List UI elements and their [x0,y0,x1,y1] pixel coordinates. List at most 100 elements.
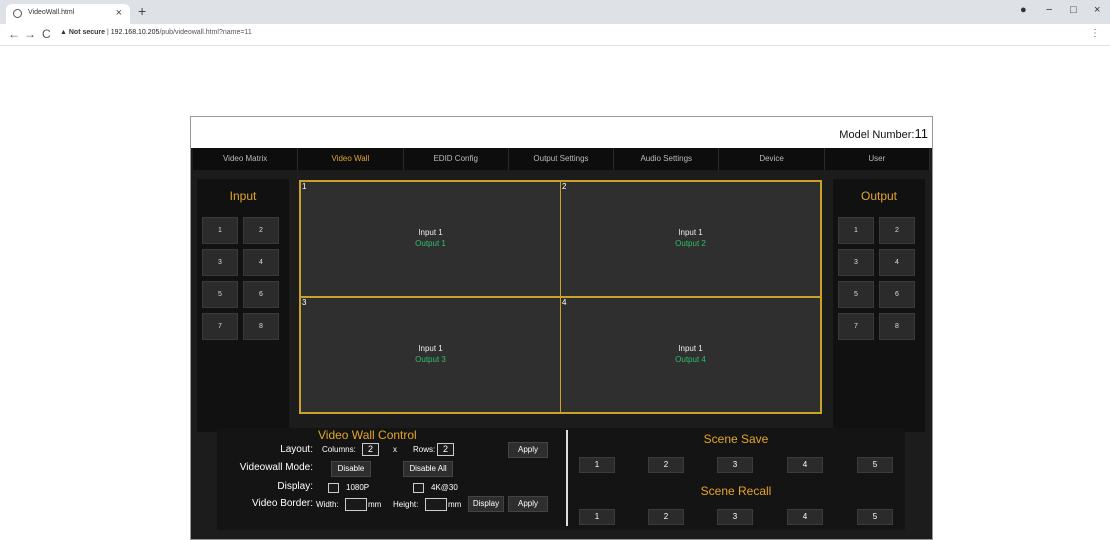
cell-output-label: Output 3 [415,355,446,364]
tab-audio-settings[interactable]: Audio Settings [614,148,720,170]
layout-label: Layout: [280,444,313,455]
wall-cell-2[interactable]: 2 Input 1 Output 2 [560,181,821,297]
input-button-2[interactable]: 2 [243,217,279,244]
output-button-8[interactable]: 8 [879,313,915,340]
wall-cell-1[interactable]: 1 Input 1 Output 1 [300,181,561,297]
tab-title: VideoWall.html [28,9,75,16]
input-button-8[interactable]: 8 [243,313,279,340]
output-title: Output [860,189,898,203]
back-button[interactable]: ← [8,27,20,41]
scene-recall-button-5[interactable]: 5 [857,509,893,525]
scene-save-button-1[interactable]: 1 [579,457,615,473]
output-button-3[interactable]: 3 [838,249,874,276]
cell-number: 3 [302,298,307,307]
height-unit-label: mm [448,500,462,509]
tab-edid-config[interactable]: EDID Config [403,148,509,170]
rows-input[interactable]: 2 [437,443,454,456]
option-4k30-label: 4K@30 [431,483,458,492]
cell-number: 1 [302,182,307,191]
checkbox-1080p[interactable] [328,483,339,493]
checkbox-4k30[interactable] [413,483,424,493]
tab-user[interactable]: User [824,148,930,170]
input-button-5[interactable]: 5 [202,281,238,308]
wall-cell-4[interactable]: 4 Input 1 Output 4 [560,297,821,413]
control-area: Video Wall Control Layout: Columns: 2 x … [217,428,905,530]
scene-save-title: Scene Save [703,432,769,446]
output-button-2[interactable]: 2 [879,217,915,244]
option-1080p-label: 1080P [346,483,370,492]
minimize-button[interactable]: − [1046,4,1052,16]
profile-icon[interactable]: ● [1020,4,1027,16]
disable-button[interactable]: Disable [331,461,371,477]
output-button-1[interactable]: 1 [838,217,874,244]
scene-recall-button-2[interactable]: 2 [648,509,684,525]
border-height-input[interactable] [425,498,447,511]
output-button-7[interactable]: 7 [838,313,874,340]
display-label: Display: [277,481,313,492]
videowall-mode-label: Videowall Mode: [239,462,313,473]
input-button-6[interactable]: 6 [243,281,279,308]
rows-label: Rows: [413,445,436,454]
width-unit-label: mm [368,500,382,509]
browser-menu-icon[interactable]: ⋮ [1090,28,1100,39]
border-width-input[interactable] [345,498,367,511]
control-divider [566,430,568,526]
border-apply-button[interactable]: Apply [508,496,548,512]
input-button-3[interactable]: 3 [202,249,238,276]
input-button-7[interactable]: 7 [202,313,238,340]
globe-icon [13,9,22,18]
url-field[interactable]: ▲ Not secure | 192.168.10.205/pub/videow… [60,29,252,36]
cell-number: 2 [562,182,567,191]
columns-input[interactable]: 2 [362,443,379,456]
video-wall-control-title: Video Wall Control [318,428,417,442]
scene-save-button-3[interactable]: 3 [717,457,753,473]
cell-output-label: Output 4 [675,355,706,364]
disable-all-button[interactable]: Disable All [403,461,453,477]
maximize-button[interactable]: □ [1070,4,1077,16]
url-path: /pub/videowall.html?name=11 [159,29,252,36]
tab-video-matrix[interactable]: Video Matrix [193,148,299,170]
output-button-5[interactable]: 5 [838,281,874,308]
reload-button[interactable]: C [42,27,51,41]
address-bar: ← → C ▲ Not secure | 192.168.10.205/pub/… [0,24,1110,46]
columns-label: Columns: [322,445,356,454]
model-label: Model Number: [839,129,915,141]
tab-video-wall[interactable]: Video Wall [298,148,404,170]
scene-save-button-4[interactable]: 4 [787,457,823,473]
scene-recall-title: Scene Recall [700,484,772,498]
scene-save-button-2[interactable]: 2 [648,457,684,473]
new-tab-button[interactable]: + [138,3,146,19]
scene-save-button-5[interactable]: 5 [857,457,893,473]
width-label: Width: [316,500,339,509]
height-label: Height: [393,500,419,509]
output-button-6[interactable]: 6 [879,281,915,308]
wall-cell-3[interactable]: 3 Input 1 Output 3 [300,297,561,413]
input-button-1[interactable]: 1 [202,217,238,244]
cell-input-label: Input 1 [678,228,703,237]
x-label: x [393,445,397,454]
output-button-grid: 1 2 3 4 5 6 7 8 [833,217,925,340]
security-warning[interactable]: ▲ Not secure [60,29,105,36]
scene-recall-button-1[interactable]: 1 [579,509,615,525]
tab-output-settings[interactable]: Output Settings [508,148,615,170]
cell-output-label: Output 1 [415,239,446,248]
input-title: Input [229,189,257,203]
tab-device[interactable]: Device [719,148,825,170]
tab-close-icon[interactable]: × [116,7,122,19]
cell-output-label: Output 2 [675,239,706,248]
input-button-4[interactable]: 4 [243,249,279,276]
layout-apply-button[interactable]: Apply [508,442,548,458]
browser-tab-bar: VideoWall.html × + ● − □ × [0,0,1110,24]
scene-recall-button-3[interactable]: 3 [717,509,753,525]
forward-button[interactable]: → [24,27,36,41]
browser-tab[interactable]: VideoWall.html × [6,4,130,24]
cell-number: 4 [562,298,567,307]
output-button-4[interactable]: 4 [879,249,915,276]
app-header: Model Number:11 [191,117,932,148]
video-wall-control: Video Wall Control Layout: Columns: 2 x … [217,428,565,530]
border-display-button[interactable]: Display [468,496,504,512]
close-window-button[interactable]: × [1094,4,1100,16]
output-panel: Output 1 2 3 4 5 6 7 8 [833,179,925,432]
scene-recall-button-4[interactable]: 4 [787,509,823,525]
main-nav: Video Matrix Video Wall EDID Config Outp… [193,148,930,170]
